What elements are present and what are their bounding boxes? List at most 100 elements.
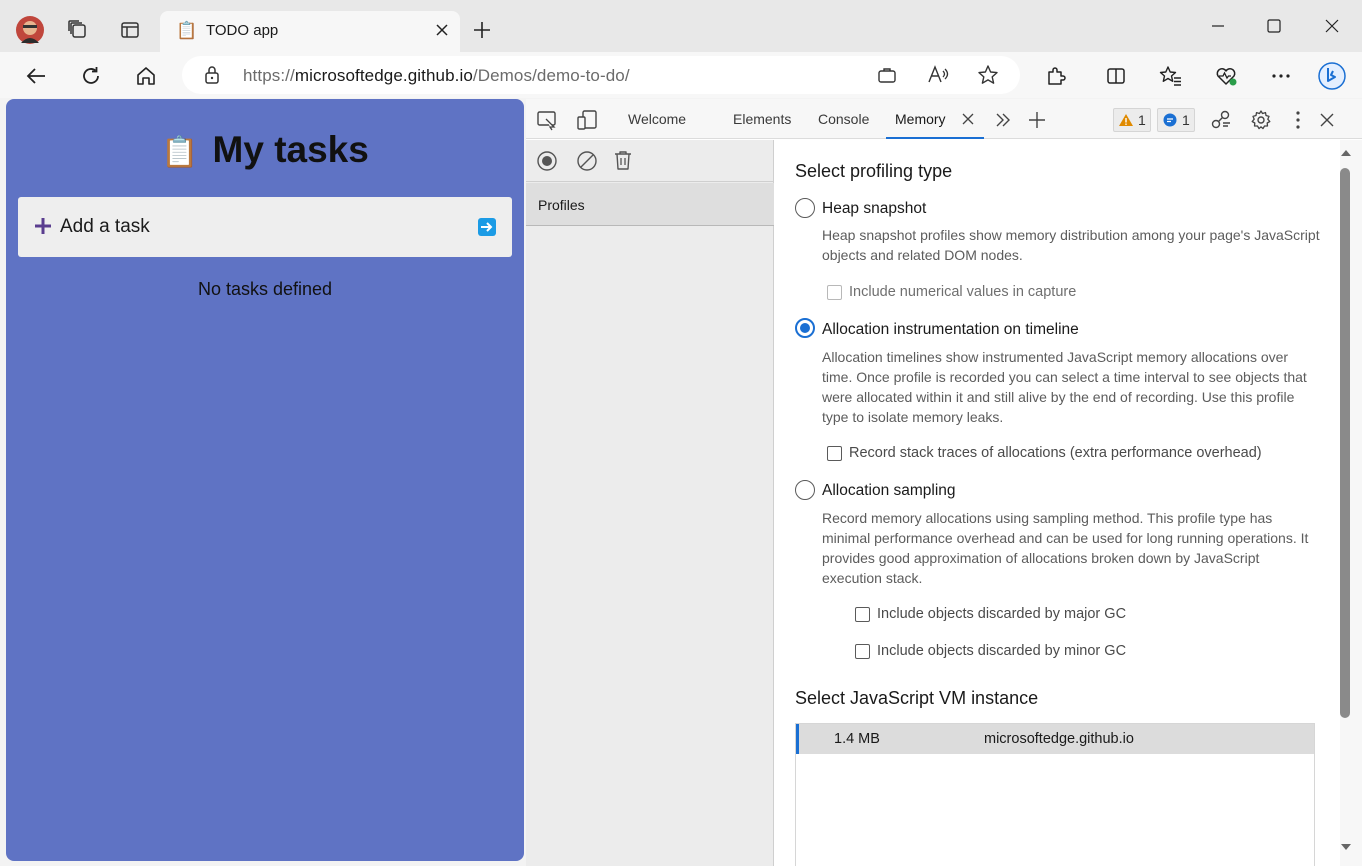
chevron-double-right-icon [996, 113, 1010, 127]
close-icon [962, 113, 974, 125]
plus-icon [1029, 112, 1045, 128]
scroll-down-icon[interactable] [1340, 842, 1352, 852]
vm-instance-list: 1.4 MB microsoftedge.github.io [795, 723, 1315, 866]
tab-elements[interactable]: Elements [733, 111, 791, 127]
settings-more-button[interactable] [1265, 60, 1297, 92]
submit-task-button[interactable] [478, 218, 496, 236]
page-title-text: My tasks [212, 129, 369, 170]
devtools-more-button[interactable] [1286, 108, 1310, 132]
devtools-settings-button[interactable] [1249, 108, 1273, 132]
vertical-scrollbar[interactable] [1340, 140, 1362, 866]
tab-memory[interactable]: Memory [886, 99, 984, 139]
tab-actions-button[interactable] [114, 14, 146, 46]
maximize-icon [1267, 19, 1281, 33]
major-gc-checkbox[interactable] [855, 607, 870, 622]
profiling-type-title: Select profiling type [795, 161, 953, 181]
stack-traces-label[interactable]: Record stack traces of allocations (extr… [849, 445, 1262, 461]
minimize-button[interactable] [1204, 14, 1232, 38]
tab-title: TODO app [206, 22, 279, 39]
close-icon [1320, 113, 1334, 127]
allocation-sampling-description: Record memory allocations using sampling… [822, 510, 1309, 586]
clipboard-icon: 📋 [176, 21, 198, 40]
allocation-timeline-description: Allocation timelines show instrumented J… [822, 349, 1307, 425]
extensions-button[interactable] [1040, 60, 1072, 92]
inspect-icon [537, 111, 556, 131]
clear-profiles-button[interactable] [576, 150, 598, 172]
scrollbar-thumb[interactable] [1340, 168, 1350, 718]
heap-snapshot-radio[interactable] [795, 198, 815, 218]
more-tabs-button[interactable] [991, 108, 1015, 132]
minor-gc-label[interactable]: Include objects discarded by minor GC [877, 643, 1126, 659]
nodes-icon [1211, 110, 1230, 129]
close-icon [1325, 19, 1339, 33]
close-tab-memory-button[interactable] [961, 112, 975, 126]
minimize-icon [1212, 25, 1224, 27]
allocation-timeline-radio[interactable] [795, 318, 815, 338]
workspaces-button[interactable] [62, 14, 94, 46]
scroll-up-icon[interactable] [1340, 148, 1352, 158]
inspect-element-button[interactable] [535, 108, 559, 132]
puzzle-icon [1048, 67, 1066, 85]
open-in-app-icon[interactable] [877, 65, 897, 85]
empty-state-message: No tasks defined [197, 279, 333, 299]
bing-icon [1318, 62, 1346, 90]
warnings-count: 1 [1138, 112, 1146, 128]
favorite-star-icon[interactable] [977, 64, 999, 86]
maximize-button[interactable] [1260, 14, 1288, 38]
split-screen-icon [1107, 68, 1125, 84]
favorites-button[interactable] [1155, 60, 1187, 92]
url-text: https://microsoftedge.github.io/Demos/de… [243, 66, 630, 85]
copilot-button[interactable] [1316, 60, 1348, 92]
title-bar: 📋 TODO app [0, 0, 1362, 52]
refresh-button[interactable] [75, 60, 107, 92]
profile-avatar[interactable] [14, 14, 46, 46]
browser-essentials-button[interactable] [1210, 60, 1242, 92]
read-aloud-icon[interactable] [927, 64, 951, 86]
page-title: 📋 My tasks [6, 129, 524, 171]
customize-button[interactable] [1209, 108, 1233, 132]
warnings-badge[interactable]: 1 [1113, 108, 1151, 132]
devtools-panel: Welcome Elements Console Memory 1 1 Prof… [526, 99, 1362, 866]
garbage-collect-button[interactable] [612, 149, 634, 171]
browser-tab[interactable]: 📋 TODO app [160, 11, 460, 52]
split-screen-button[interactable] [1100, 60, 1132, 92]
profiling-options: Select profiling type Heap snapshot Heap… [775, 140, 1340, 866]
vm-instance-host: microsoftedge.github.io [984, 731, 1134, 747]
allocation-sampling-radio[interactable] [795, 480, 815, 500]
lock-icon[interactable] [203, 65, 221, 85]
numerical-values-label[interactable]: Include numerical values in capture [849, 284, 1076, 300]
major-gc-label[interactable]: Include objects discarded by major GC [877, 606, 1126, 622]
tab-console[interactable]: Console [818, 111, 869, 127]
stack-traces-checkbox[interactable] [827, 446, 842, 461]
add-tool-button[interactable] [1025, 108, 1049, 132]
new-tab-button[interactable] [466, 14, 498, 46]
close-devtools-button[interactable] [1315, 108, 1339, 132]
messages-badge[interactable]: 1 [1157, 108, 1195, 132]
refresh-icon [83, 67, 99, 84]
close-tab-button[interactable] [434, 22, 450, 38]
record-icon [537, 151, 557, 171]
minor-gc-checkbox[interactable] [855, 644, 870, 659]
profiles-header[interactable]: Profiles [526, 183, 774, 226]
allocation-timeline-label[interactable]: Allocation instrumentation on timeline [822, 321, 1079, 339]
close-window-button[interactable] [1318, 14, 1346, 38]
memory-toolbar [526, 140, 774, 182]
heap-snapshot-label[interactable]: Heap snapshot [822, 200, 926, 218]
vm-instance-row[interactable]: 1.4 MB microsoftedge.github.io [796, 724, 1314, 754]
home-button[interactable] [130, 60, 162, 92]
favorites-list-icon [1159, 66, 1181, 86]
devtools-toolbar: Welcome Elements Console Memory 1 1 [526, 99, 1362, 139]
address-bar[interactable]: https://microsoftedge.github.io/Demos/de… [182, 56, 1020, 94]
add-task-input[interactable]: Add a task [18, 197, 512, 257]
warning-icon [1119, 114, 1133, 126]
tab-memory-label: Memory [895, 111, 946, 127]
record-button[interactable] [536, 150, 558, 172]
numerical-values-checkbox[interactable] [827, 285, 842, 300]
tab-welcome[interactable]: Welcome [628, 111, 686, 127]
allocation-sampling-label[interactable]: Allocation sampling [822, 482, 956, 500]
messages-count: 1 [1182, 112, 1190, 128]
back-button[interactable] [20, 60, 52, 92]
device-emulation-button[interactable] [575, 108, 599, 132]
workspaces-icon [68, 20, 86, 38]
more-vertical-icon [1296, 111, 1300, 129]
